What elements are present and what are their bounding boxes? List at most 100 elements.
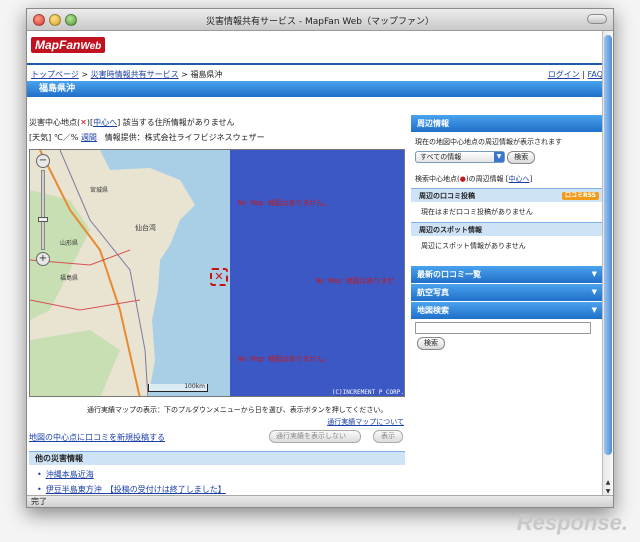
weather-label: [天気] <box>29 133 52 142</box>
disaster-center-icon: ✕ <box>80 118 87 127</box>
breadcrumb-home-link[interactable]: トップページ <box>31 70 79 79</box>
nearby-search-button[interactable]: 検索 <box>507 151 536 164</box>
header-divider <box>27 63 603 65</box>
map-search-input[interactable] <box>415 322 591 334</box>
nearby-info-heading: 周辺情報 <box>411 115 603 132</box>
list-item: 伊豆半島東方沖 【投稿の受付けは終了しました】 <box>37 484 226 495</box>
nearby-info-title: 周辺情報 <box>417 119 449 128</box>
chevron-down-icon: ▼ <box>591 306 597 314</box>
breadcrumb-service-link[interactable]: 災害時情報共有サービス <box>91 70 179 79</box>
nearby-spots-title: 周辺のスポット情報 <box>419 226 482 234</box>
region-title: 福島県沖 <box>39 84 76 94</box>
aerial-photo-title: 航空写真 <box>417 288 449 297</box>
chevron-down-icon: ▼ <box>591 288 597 296</box>
toplinks-separator: | <box>582 70 585 79</box>
nearby-reviews-empty: 現在はまだ口コミ投稿がありません <box>421 208 533 216</box>
track-show-button[interactable]: 表示 <box>373 430 403 443</box>
no-map-message: No Map 地図はありません。 <box>238 355 331 363</box>
chevron-down-icon: ▼ <box>591 270 597 278</box>
map-sea-area: 宮城県 仙台湾 山形県 福島県 <box>30 150 230 396</box>
track-date-select[interactable]: 通行実績を表示しない <box>269 430 361 443</box>
zoom-slider-knob[interactable] <box>38 217 48 222</box>
other-disaster-link[interactable]: 伊豆半島東方沖 【投稿の受付けは終了しました】 <box>46 485 226 494</box>
center-info-prefix: 災害中心地点( <box>29 118 81 127</box>
breadcrumb-separator: > <box>81 70 89 79</box>
track-map-note: 通行実績マップの表示：下のプルダウンメニューから日を選び、表示ボタンを押してくだ… <box>87 406 388 414</box>
zoom-slider[interactable] <box>38 170 48 250</box>
map-search-button[interactable]: 検索 <box>417 337 445 350</box>
scroll-up-arrow-icon[interactable]: ▲ <box>604 479 612 487</box>
weather-temp: ℃／% <box>53 133 79 142</box>
region-title-bar: 福島県沖 <box>27 81 603 97</box>
nearby-category-select[interactable]: すべての情報 ▼ <box>415 151 505 163</box>
nearby-reviews-title: 周辺の口コミ投稿 <box>419 192 475 200</box>
zoom-out-button[interactable]: − <box>36 154 50 168</box>
browser-window: 災害情報共有サービス - MapFan Web（マップファン） MapFanWe… <box>26 8 614 508</box>
map-search-title: 地図検索 <box>417 306 449 315</box>
other-disasters-list: 沖縄本島近海 伊豆半島東方沖 【投稿の受付けは終了しました】 <box>37 469 226 497</box>
nearby-spots-heading: 周辺のスポット情報 <box>411 222 603 236</box>
disaster-center-info: 災害中心地点(✕)[中心へ] 該当する住所情報がありません <box>29 117 235 128</box>
map-search-heading[interactable]: 地図検索 ▼ <box>411 302 603 319</box>
login-link[interactable]: ログイン <box>548 70 580 79</box>
scrollbar-thumb[interactable] <box>604 35 612 455</box>
rss-badge[interactable]: 口コミRSS <box>562 192 599 200</box>
map-search-button-row: 検索 <box>411 337 603 350</box>
weekly-weather-link[interactable]: 週間 <box>81 133 97 142</box>
right-sidebar: 周辺情報 現在の地図中心地点の周辺情報が表示されます すべての情報 ▼ 検索 検索… <box>411 115 603 350</box>
breadcrumb: トップページ > 災害時情報共有サービス > 福島県沖 <box>31 69 222 80</box>
nearby-reviews-heading: 周辺の口コミ投稿 口コミRSS <box>411 188 603 202</box>
search-center-close: ] <box>529 175 533 183</box>
zoom-in-button[interactable]: + <box>36 252 50 266</box>
logo-brand: MapFan <box>35 38 81 52</box>
center-info-suffix: ] 該当する住所情報がありません <box>117 118 235 127</box>
place-label-yamagata: 山形県 <box>60 239 78 247</box>
search-center-prefix: 検索中心地点( <box>415 175 460 183</box>
map-copyright: (C)INCREMENT P CORP. <box>331 389 404 396</box>
nearby-spots-empty: 周辺にスポット情報がありません <box>421 242 526 250</box>
chevron-down-icon: ▼ <box>494 152 504 162</box>
map-land-svg: 宮城県 仙台湾 山形県 福島県 <box>30 150 195 396</box>
nearby-filter-row: すべての情報 ▼ 検索 <box>415 151 599 164</box>
map-view[interactable]: 宮城県 仙台湾 山形県 福島県 No Map 地図はありません。 No Map … <box>29 149 405 397</box>
toolbar-toggle-button[interactable] <box>587 14 607 24</box>
breadcrumb-separator: > <box>181 70 188 79</box>
latest-reviews-heading[interactable]: 最新の口コミ一覧 ▼ <box>411 266 603 283</box>
track-map-about-link[interactable]: 通行実績マップについて <box>327 417 404 427</box>
response-watermark: Response. <box>516 510 628 535</box>
page-content: MapFanWeb トップページ > 災害時情報共有サービス > 福島県沖 ログ… <box>27 31 603 497</box>
aerial-photo-heading[interactable]: 航空写真 ▼ <box>411 284 603 301</box>
faq-link[interactable]: FAQ <box>588 70 604 79</box>
list-item: 沖縄本島近海 <box>37 469 226 480</box>
post-review-link[interactable]: 地図の中心点に口コミを新規投稿する <box>29 432 165 443</box>
latest-reviews-title: 最新の口コミ一覧 <box>417 270 481 279</box>
mapfan-logo[interactable]: MapFanWeb <box>31 37 106 53</box>
other-disaster-link[interactable]: 沖縄本島近海 <box>46 470 94 479</box>
map-center-marker-icon: ✕ <box>210 268 228 286</box>
breadcrumb-current: 福島県沖 <box>190 70 223 79</box>
logo-suffix: Web <box>80 41 102 52</box>
weather-provider: 情報提供：株式会社ライフビジネスウェザー <box>104 133 265 142</box>
title-bar[interactable]: 災害情報共有サービス - MapFan Web（マップファン） <box>27 9 613 31</box>
vertical-scrollbar[interactable]: ▲ ▼ <box>602 31 613 497</box>
nearby-info-body: 現在の地図中心地点の周辺情報が表示されます すべての情報 ▼ 検索 検索中心地点(… <box>411 133 603 188</box>
status-bar: 完了 <box>27 495 613 507</box>
place-label-fukushima: 福島県 <box>60 274 78 282</box>
status-text: 完了 <box>31 497 47 506</box>
search-center-info: 検索中心地点(●)の周辺情報 [中心へ] <box>415 174 599 184</box>
place-label-sendai-bay: 仙台湾 <box>135 223 156 232</box>
go-to-center-link[interactable]: 中心へ <box>93 118 117 127</box>
nearby-category-value: すべての情報 <box>420 153 462 161</box>
no-map-message: No Map 地図はありませ <box>316 277 395 285</box>
weather-info: [天気] ℃／% 週間 情報提供：株式会社ライフビジネスウェザー <box>29 132 265 143</box>
other-disasters-heading: 他の災害情報 <box>29 451 405 465</box>
search-center-suffix: )の周辺情報 [ <box>465 175 509 183</box>
map-scale-bar: 100km <box>148 384 208 392</box>
no-map-message: No Map 地図はありません。 <box>238 199 331 207</box>
account-links: ログイン | FAQ <box>548 69 603 80</box>
nearby-info-desc: 現在の地図中心地点の周辺情報が表示されます <box>415 138 562 146</box>
window-title: 災害情報共有サービス - MapFan Web（マップファン） <box>205 17 435 27</box>
zoom-control: − + <box>36 154 50 270</box>
no-map-area: No Map 地図はありません。 No Map 地図はありませ No Map 地… <box>230 150 404 396</box>
search-go-to-center-link[interactable]: 中心へ <box>509 175 530 183</box>
